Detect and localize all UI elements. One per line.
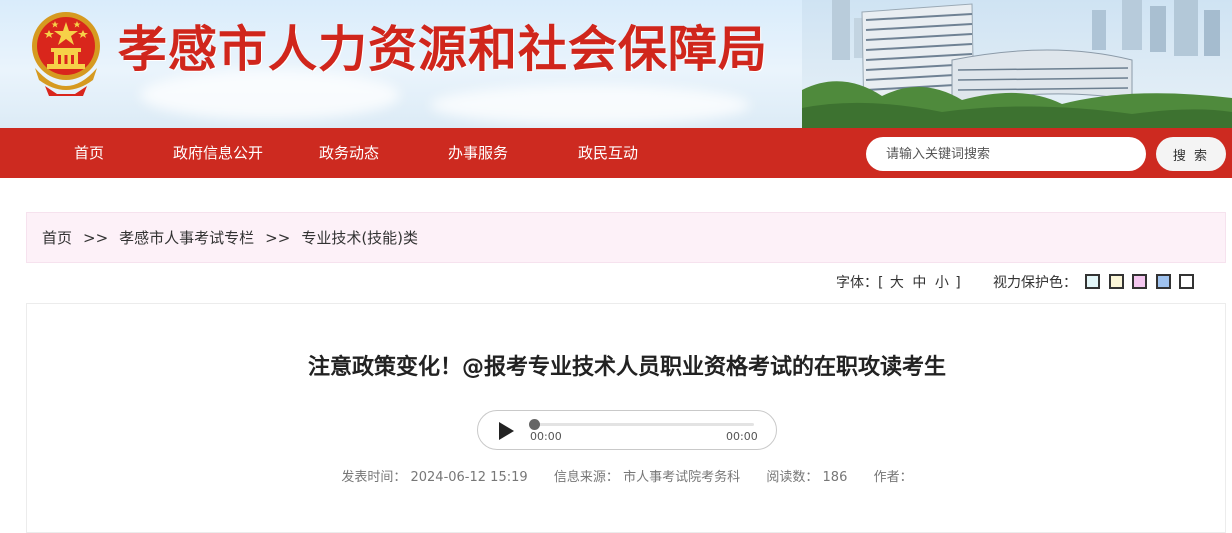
views-label: 阅读数： bbox=[766, 470, 819, 485]
breadcrumb: 首页 >> 孝感市人事考试专栏 >> 专业技术(技能)类 bbox=[26, 212, 1226, 263]
audio-current-time: 00:00 bbox=[530, 430, 562, 443]
article-title: 注意政策变化！@报考专业技术人员职业资格考试的在职攻读考生 bbox=[307, 355, 946, 380]
search-button[interactable]: 搜 索 bbox=[1156, 137, 1226, 171]
cloud-decoration bbox=[430, 85, 750, 125]
national-emblem-icon bbox=[32, 12, 100, 96]
site-title: 孝感市人力资源和社会保障局 bbox=[118, 21, 769, 78]
nav-item-news[interactable]: 政务动态 bbox=[319, 128, 379, 178]
article-meta: 发表时间： 2024-06-12 15:19 信息来源： 市人事考试院考务科 阅… bbox=[27, 466, 1227, 485]
font-size-controls: 字体：[ 大 中 小 ] bbox=[836, 272, 961, 294]
article-container: 注意政策变化！@报考专业技术人员职业资格考试的在职攻读考生 00:00 00:0… bbox=[26, 303, 1226, 533]
font-size-medium[interactable]: 中 bbox=[912, 275, 926, 291]
eye-color-swatch-yellow[interactable] bbox=[1108, 274, 1124, 289]
city-skyline-illustration bbox=[802, 0, 1232, 128]
nav-item-interaction[interactable]: 政民互动 bbox=[578, 128, 638, 178]
header-banner: 孝感市人力资源和社会保障局 bbox=[0, 0, 1232, 128]
eye-protection-controls: 视力保护色： bbox=[993, 272, 1195, 294]
font-size-close-bracket: ] bbox=[955, 275, 961, 291]
font-size-label: 字体：[ bbox=[836, 275, 884, 291]
nav-item-gov-info[interactable]: 政府信息公开 bbox=[173, 128, 263, 178]
nav-item-home[interactable]: 首页 bbox=[74, 128, 104, 178]
breadcrumb-current[interactable]: 专业技术(技能)类 bbox=[301, 229, 418, 247]
search-input[interactable] bbox=[866, 137, 1146, 171]
eye-color-swatch-pink[interactable] bbox=[1132, 274, 1148, 289]
author-label: 作者： bbox=[873, 470, 913, 485]
publish-time-label: 发表时间： bbox=[341, 470, 407, 485]
breadcrumb-home[interactable]: 首页 bbox=[42, 229, 72, 247]
views-count: 186 bbox=[822, 470, 848, 485]
audio-progress-track[interactable] bbox=[532, 423, 754, 426]
audio-player: 00:00 00:00 bbox=[477, 410, 777, 450]
eye-protection-label: 视力保护色： bbox=[993, 275, 1077, 291]
nav-item-services[interactable]: 办事服务 bbox=[448, 128, 508, 178]
audio-duration: 00:00 bbox=[726, 430, 758, 443]
publish-time: 2024-06-12 15:19 bbox=[410, 470, 528, 485]
breadcrumb-separator: >> bbox=[265, 229, 291, 247]
source-value: 市人事考试院考务科 bbox=[623, 470, 741, 485]
font-size-small[interactable]: 小 bbox=[935, 275, 949, 291]
font-size-large[interactable]: 大 bbox=[890, 275, 904, 291]
eye-color-swatch-white[interactable] bbox=[1179, 274, 1195, 289]
eye-color-swatch-cyan[interactable] bbox=[1085, 274, 1101, 289]
audio-progress-handle[interactable] bbox=[529, 419, 540, 430]
breadcrumb-separator: >> bbox=[83, 229, 109, 247]
source-label: 信息来源： bbox=[553, 470, 619, 485]
breadcrumb-exam-column[interactable]: 孝感市人事考试专栏 bbox=[119, 229, 254, 247]
eye-color-swatch-blue[interactable] bbox=[1155, 274, 1171, 289]
main-nav: 首页 政府信息公开 政务动态 办事服务 政民互动 搜 索 bbox=[0, 128, 1232, 178]
play-icon[interactable] bbox=[497, 421, 515, 441]
